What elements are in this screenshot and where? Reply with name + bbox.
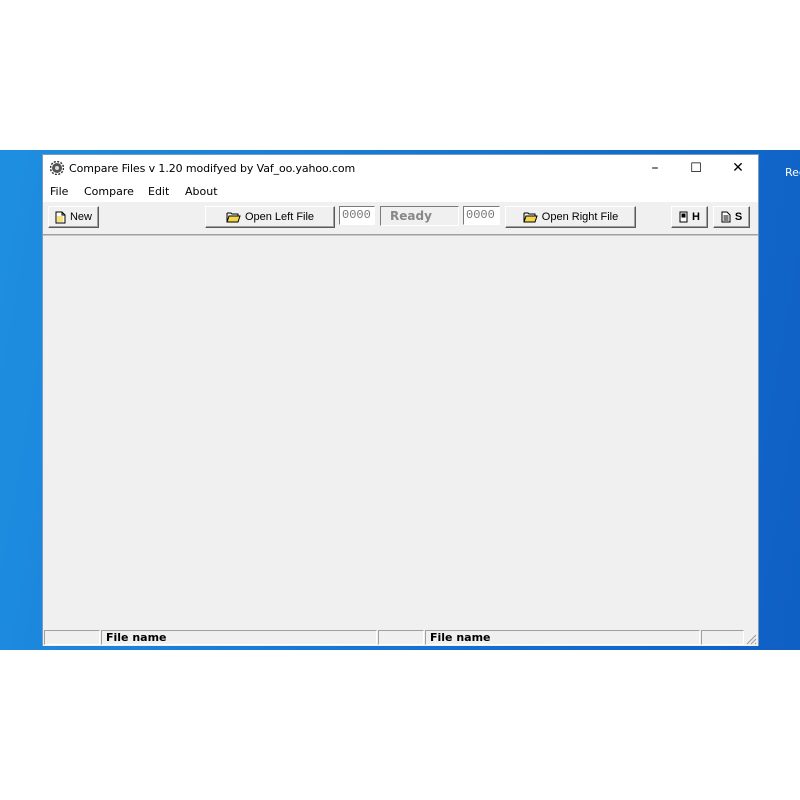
menu-file[interactable]: File bbox=[50, 185, 68, 198]
close-button[interactable]: ✕ bbox=[717, 155, 759, 182]
open-right-file-label: Open Right File bbox=[541, 211, 619, 223]
menu-compare[interactable]: Compare bbox=[84, 185, 134, 198]
right-line-counter: 0000 bbox=[463, 206, 500, 225]
open-left-file-button[interactable]: Open Left File bbox=[205, 206, 335, 228]
menu-bar: File Compare Edit About bbox=[43, 182, 758, 202]
h-button-label: H bbox=[692, 211, 700, 223]
compare-content-area[interactable] bbox=[43, 235, 758, 630]
status-panel-left-info bbox=[44, 630, 100, 645]
desktop-edge-text: Rec bbox=[785, 166, 800, 179]
folder-open-icon bbox=[226, 212, 241, 223]
menu-edit[interactable]: Edit bbox=[148, 185, 169, 198]
new-document-icon bbox=[55, 211, 66, 223]
status-bar: File name File name bbox=[43, 629, 758, 646]
gear-icon bbox=[50, 161, 64, 175]
status-indicator: Ready bbox=[380, 206, 459, 226]
folder-open-icon bbox=[523, 212, 538, 223]
new-button[interactable]: New bbox=[48, 206, 99, 228]
compare-files-window: Compare Files v 1.20 modifyed by Vaf_oo.… bbox=[42, 154, 759, 646]
minimize-button[interactable]: – bbox=[634, 155, 676, 182]
status-panel-right-info bbox=[701, 630, 744, 645]
maximize-button[interactable]: ☐ bbox=[675, 155, 717, 182]
left-line-counter: 0000 bbox=[339, 206, 375, 225]
resize-grip-icon[interactable] bbox=[745, 633, 757, 645]
title-bar[interactable]: Compare Files v 1.20 modifyed by Vaf_oo.… bbox=[43, 155, 758, 182]
status-panel-middle-info bbox=[378, 630, 424, 645]
open-right-file-button[interactable]: Open Right File bbox=[505, 206, 636, 228]
s-button[interactable]: S bbox=[713, 206, 750, 228]
right-file-name: File name bbox=[425, 630, 700, 645]
h-button[interactable]: H bbox=[671, 206, 708, 228]
document-lines-icon bbox=[721, 211, 731, 223]
window-title: Compare Files v 1.20 modifyed by Vaf_oo.… bbox=[69, 162, 356, 175]
left-file-name: File name bbox=[101, 630, 377, 645]
open-left-file-label: Open Left File bbox=[244, 211, 315, 223]
device-icon bbox=[679, 211, 688, 223]
menu-about[interactable]: About bbox=[185, 185, 218, 198]
toolbar: New Open Left File 0000 Ready 0000 Open … bbox=[43, 202, 758, 235]
new-button-label: New bbox=[69, 211, 92, 223]
s-button-label: S bbox=[734, 211, 743, 223]
